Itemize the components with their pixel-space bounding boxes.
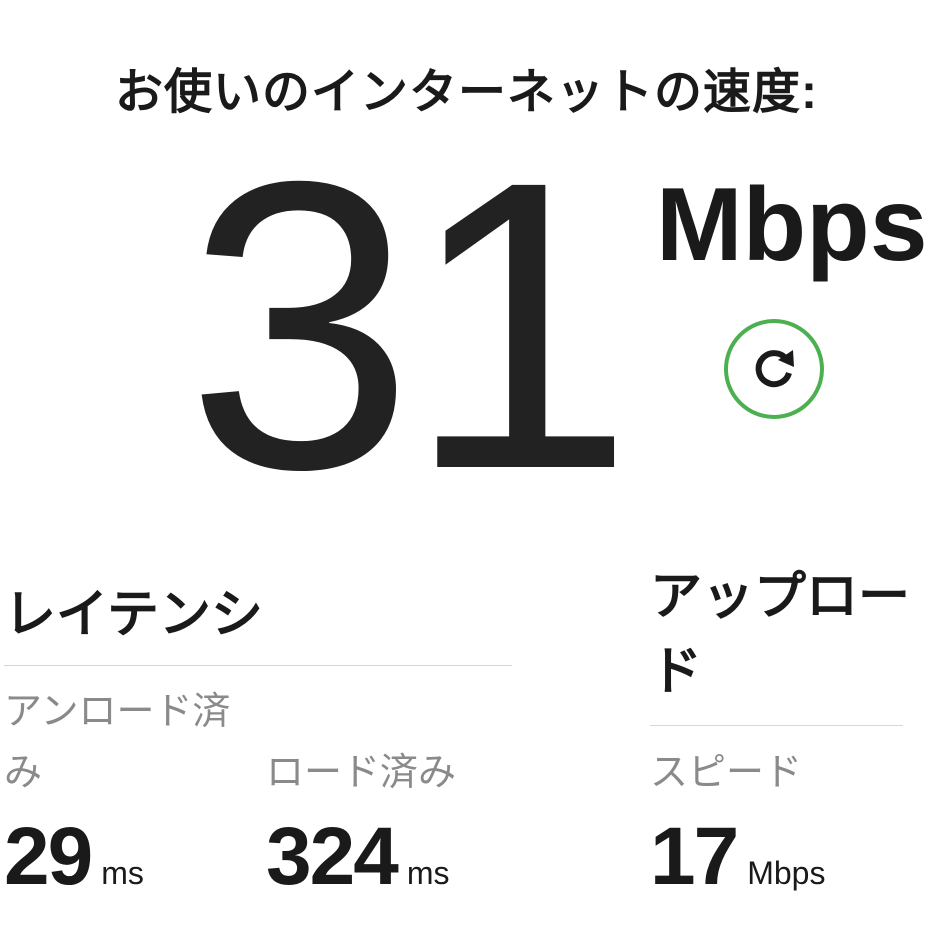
latency-divider [4,665,512,666]
unloaded-latency-metric: 29 ms [4,810,144,904]
unloaded-latency-label: アンロード済み [4,691,231,794]
latency-heading: レイテンシ [4,586,263,644]
upload-speed-label: スピード [650,752,803,794]
refresh-button[interactable] [724,319,824,419]
unloaded-latency-unit: ms [101,855,144,891]
loaded-latency-value: 324 [266,811,399,902]
unloaded-latency-value: 29 [4,811,93,902]
upload-divider [650,725,903,726]
loaded-latency-metric: 324 ms [266,810,449,904]
download-speed-units: Mbps [656,167,928,283]
upload-heading: アップロード [650,568,911,702]
upload-speed-unit: Mbps [747,855,826,891]
upload-speed-value: 17 [650,811,739,902]
loaded-latency-unit: ms [406,855,450,891]
loaded-latency-label: ロード済み [266,752,457,794]
speed-test-page: お使いのインターネットの速度: 31 Mbps レイテンシ アンロード済み 29… [0,0,933,933]
refresh-icon [755,350,794,388]
download-speed-value: 31 [186,96,634,554]
upload-speed-metric: 17 Mbps [650,810,825,904]
